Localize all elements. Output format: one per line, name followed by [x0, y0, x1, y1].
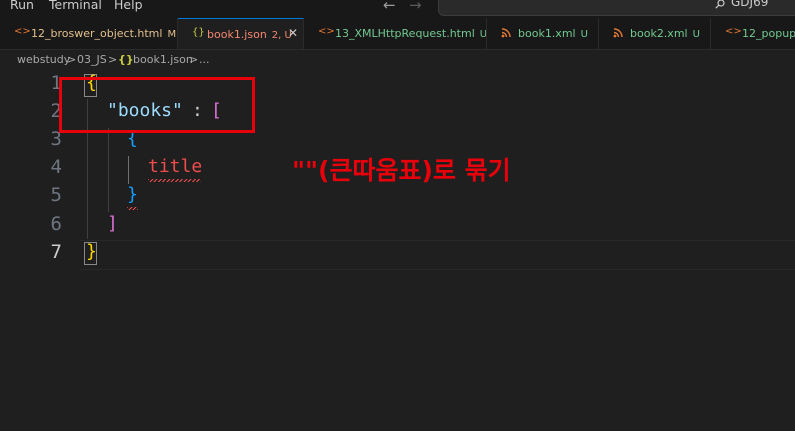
json-file-icon: {} [192, 27, 205, 38]
code-invalid-token: title [148, 156, 203, 177]
breadcrumb-book1-json[interactable]: book1.json [133, 53, 193, 66]
tab-status: U [479, 29, 487, 40]
tab-12-popup[interactable]: <> 12_popup.h [711, 18, 795, 49]
rss-icon [501, 28, 511, 38]
back-arrow-icon[interactable]: ← [383, 0, 396, 14]
code-editor[interactable]: 1 2 3 4 5 6 7 { "books" : [ { title } ] … [0, 70, 795, 431]
tab-book1-json[interactable]: {} book1.json 2, U ✕ [178, 18, 304, 49]
line-number: 5 [50, 184, 62, 206]
tab-status: U [580, 29, 588, 40]
forward-arrow-icon[interactable]: → [409, 0, 422, 14]
line-number-current: 7 [50, 241, 62, 263]
tab-label: 12_popup.h [742, 27, 795, 40]
breadcrumb-separator: > [108, 53, 118, 66]
json-file-icon: {} [118, 53, 134, 66]
current-line-highlight [80, 240, 795, 270]
html-file-icon: <> [14, 26, 31, 37]
breadcrumb-more[interactable]: ... [199, 53, 210, 66]
menu-terminal[interactable]: Terminal [49, 0, 102, 12]
tab-label: 13_XMLHttpRequest.html [335, 27, 475, 40]
breadcrumb: webstudy > 03_JS > {} book1.json > ... [0, 50, 795, 70]
html-file-icon: <> [318, 26, 335, 37]
line-number: 6 [50, 213, 62, 235]
menu-bar: Run Terminal Help ← → GDJ69 [0, 0, 795, 18]
tab-status: M [167, 29, 177, 40]
breadcrumb-03-js[interactable]: 03_JS [77, 53, 107, 66]
editor-tab-bar: <> 12_broswer_object.html M {} book1.json… [0, 18, 795, 50]
annotation-text: ""(큰따움표)로 묶기 [292, 156, 511, 185]
close-icon[interactable]: ✕ [288, 26, 298, 40]
code-close-brace: } [86, 241, 97, 262]
search-icon [715, 0, 725, 9]
code-close-bracket: ] [107, 213, 118, 234]
html-file-icon: <> [725, 26, 742, 37]
tab-status: U [692, 29, 700, 40]
line-number: 3 [50, 128, 62, 150]
tab-label: book1.xml [518, 27, 576, 40]
breadcrumb-separator: > [189, 53, 199, 66]
tab-book1-xml[interactable]: book1.xml U [487, 18, 599, 49]
tab-label: book1.json [207, 28, 267, 41]
search-text: GDJ69 [731, 0, 769, 9]
breadcrumb-webstudy[interactable]: webstudy [17, 53, 70, 66]
line-number: 2 [50, 100, 62, 122]
tab-13-xmlhttprequest[interactable]: <> 13_XMLHttpRequest.html U [304, 18, 487, 49]
rss-icon [613, 28, 623, 38]
error-squiggle [148, 179, 201, 182]
breadcrumb-separator: > [67, 53, 77, 66]
line-number: 4 [50, 156, 62, 178]
menu-help[interactable]: Help [114, 0, 143, 12]
tab-12-broswer-object[interactable]: <> 12_broswer_object.html M [0, 18, 178, 49]
menu-run[interactable]: Run [10, 0, 34, 12]
code-close-brace: } [127, 184, 138, 205]
tab-label: book2.xml [630, 27, 688, 40]
tab-book2-xml[interactable]: book2.xml U [599, 18, 711, 49]
error-squiggle [127, 207, 138, 210]
indent-guide [128, 156, 129, 184]
indent-guide [108, 128, 109, 212]
tab-label: 12_broswer_object.html [31, 27, 163, 40]
annotation-highlight-box [59, 77, 255, 133]
line-number: 1 [50, 72, 62, 94]
command-center-search[interactable]: GDJ69 [438, 0, 795, 16]
